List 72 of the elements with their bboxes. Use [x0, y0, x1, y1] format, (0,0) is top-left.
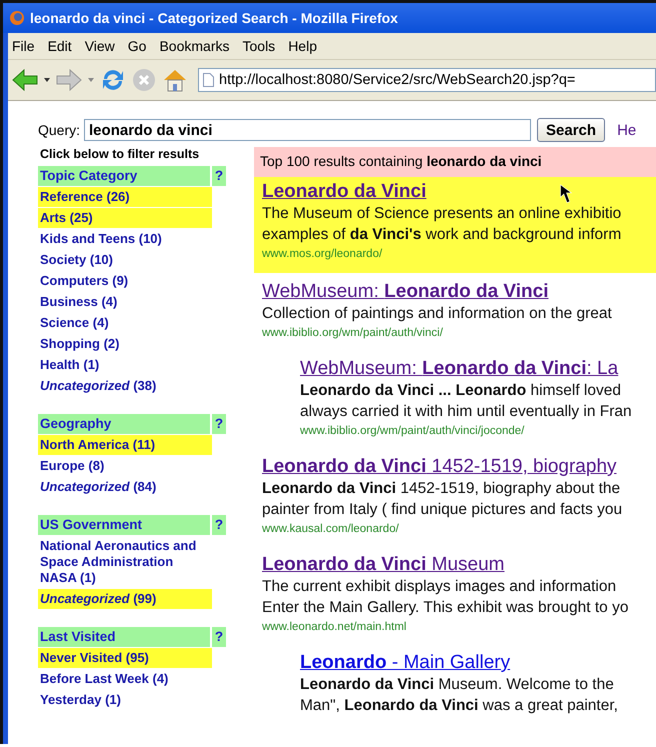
results-summary: Top 100 results containing leonardo da vinci — [254, 147, 656, 177]
result-snippet: Collection of paintings and information on the great — [262, 304, 612, 324]
help-link[interactable]: ? — [212, 414, 226, 434]
menu-item[interactable]: Help — [288, 38, 317, 54]
filter-link[interactable]: Shopping (2) — [38, 334, 122, 354]
help-link[interactable]: He — [617, 122, 636, 138]
result-snippet: painter from Italy ( find unique pictures and facts you — [262, 500, 622, 520]
address-bar[interactable]: http://localhost:8080/Service2/src/WebSearch20.jsp?q= — [198, 68, 656, 92]
query-field[interactable]: leonardo da vinci — [84, 119, 532, 141]
result-snippet: Leonardo da Vinci ... Leonardo himself loved — [300, 381, 621, 401]
result-title-link[interactable]: Leonardo da Vinci — [262, 181, 426, 203]
result-snippet: examples of da Vinci's work and background inform — [262, 225, 622, 245]
window-title: leonardo da vinci - Categorized Search - Mozilla Firefox — [30, 10, 398, 26]
home-icon[interactable] — [162, 67, 188, 93]
filter-group-title: Geography — [38, 414, 210, 434]
filter-link[interactable]: Computers (9) — [38, 271, 130, 291]
result-title-link[interactable]: Leonardo da Vinci 1452-1519, biography — [262, 456, 617, 478]
filter-link[interactable]: Arts (25) — [38, 208, 212, 228]
reload-icon[interactable] — [100, 67, 126, 93]
menu-item[interactable]: Tools — [242, 38, 276, 54]
result-url: www.ibiblio.org/wm/paint/auth/vinci/joconde/ — [300, 424, 526, 439]
result-url: www.leonardo.net/main.html — [262, 620, 408, 635]
result-snippet: Leonardo da Vinci Museum. Welcome to the — [300, 675, 614, 695]
filter-link[interactable]: Uncategorized (84) — [38, 477, 158, 497]
filter-link[interactable]: Kids and Teens (10) — [38, 229, 164, 249]
result-snippet: Enter the Main Gallery. This exhibit was brought to yo — [262, 598, 628, 618]
help-link[interactable]: ? — [212, 515, 226, 535]
result-url: www.mos.org/leonardo/ — [262, 247, 384, 262]
filter-link[interactable]: Business (4) — [38, 292, 120, 312]
dropdown-caret-icon[interactable] — [44, 78, 50, 82]
result-snippet: The current exhibit displays images and information — [262, 577, 616, 597]
result-url: www.kausal.com/leonardo/ — [262, 522, 400, 537]
menu-item[interactable]: Edit — [48, 38, 72, 54]
filter-link[interactable]: Society (10) — [38, 250, 115, 270]
filter-group-title: Topic Category — [38, 166, 210, 186]
result-snippet: Man", Leonardo da Vinci was a great painter, — [300, 696, 618, 716]
page-icon — [203, 73, 214, 87]
result-snippet: always carried it with him until eventually in Fran — [300, 402, 632, 422]
filter-link[interactable]: Europe (8) — [38, 456, 106, 476]
firefox-icon — [9, 10, 25, 26]
stop-icon[interactable] — [132, 68, 156, 92]
filter-link[interactable]: Reference (26) — [38, 187, 212, 207]
search-button[interactable]: Search — [537, 118, 606, 142]
result-snippet: The Museum of Science presents an online exhibitio — [262, 204, 622, 224]
filter-group-title: US Government — [38, 515, 210, 535]
filter-link[interactable]: Uncategorized (38) — [38, 376, 158, 396]
filter-link[interactable]: Never Visited (95) — [38, 648, 212, 668]
filter-link[interactable]: Before Last Week (4) — [38, 669, 170, 689]
filter-group-title: Last Visited — [38, 627, 210, 647]
result-snippet: Leonardo da Vinci 1452-1519, biography about the — [262, 479, 620, 499]
menu-item[interactable]: View — [84, 38, 115, 54]
help-link[interactable]: ? — [212, 627, 226, 647]
filter-link[interactable]: Health (1) — [38, 355, 102, 375]
help-link[interactable]: ? — [212, 166, 226, 186]
filter-link[interactable]: Science (4) — [38, 313, 111, 333]
filter-link[interactable]: National Aeronautics and Space Administration NASA (1) — [38, 536, 214, 588]
filter-link[interactable]: North America (11) — [38, 435, 212, 455]
filter-link[interactable]: Yesterday (1) — [38, 690, 123, 710]
filter-link[interactable]: Uncategorized (99) — [38, 589, 212, 609]
back-arrow-icon[interactable] — [12, 69, 38, 91]
query-label: Query: — [38, 122, 80, 138]
result-url: www.ibiblio.org/wm/paint/auth/vinci/ — [262, 326, 444, 341]
menu-item[interactable]: Bookmarks — [159, 38, 230, 54]
result-title-link[interactable]: Leonardo - Main Gallery — [300, 652, 510, 674]
result-title-link[interactable]: WebMuseum: Leonardo da Vinci: La — [300, 358, 618, 380]
result-title-link[interactable]: Leonardo da Vinci Museum — [262, 554, 504, 576]
forward-arrow-icon[interactable] — [56, 69, 82, 91]
menu-item[interactable]: File — [12, 38, 35, 54]
menu-item[interactable]: Go — [128, 38, 146, 54]
mouse-cursor-icon — [560, 184, 573, 205]
filter-heading: Click below to filter results — [39, 147, 200, 163]
result-title-link[interactable]: WebMuseum: Leonardo da Vinci — [262, 281, 548, 303]
